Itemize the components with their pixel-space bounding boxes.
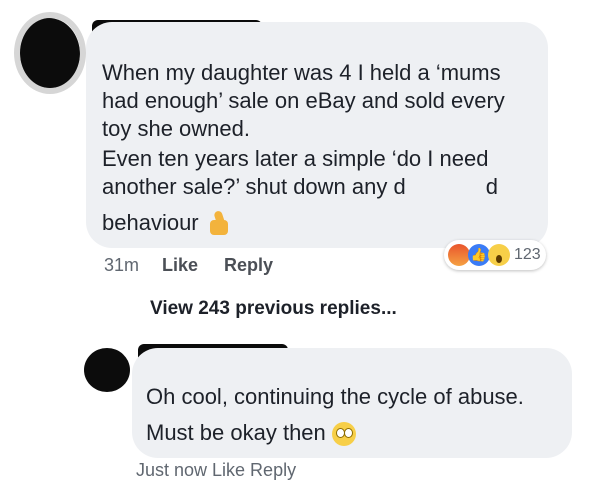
rolling-eyes-icon — [331, 422, 356, 447]
comment-timestamp[interactable]: 31m — [104, 254, 139, 276]
view-previous-replies-link[interactable]: View 243 previous replies... — [150, 298, 397, 320]
comment-text-line: toy she owned. — [102, 116, 250, 141]
reply-actions-cutoff: Just now Like Reply — [136, 460, 297, 480]
redacted-word — [405, 176, 486, 201]
reply-text-segment: Must be okay then — [146, 420, 326, 445]
wow-icon — [488, 244, 510, 266]
like-icon: 👍 — [468, 244, 490, 266]
angry-icon — [448, 244, 470, 266]
thumbs-up-icon — [205, 210, 233, 238]
reply-button[interactable]: Reply — [224, 254, 273, 276]
comment-text-line: had enough’ sale on eBay and sold every — [102, 88, 505, 113]
reaction-count: 123 — [514, 246, 541, 263]
reply-text-line: Oh cool, continuing the cycle of abuse. — [146, 384, 524, 409]
reply-bubble: Oh cool, continuing the cycle of abuse. … — [132, 348, 572, 458]
reply-text-line: Must be okay then — [146, 420, 356, 447]
like-button[interactable]: Like — [162, 254, 198, 276]
reactions-summary[interactable]: 👍 123 — [444, 240, 546, 270]
commenter-avatar[interactable] — [84, 348, 130, 392]
commenter-avatar[interactable] — [14, 12, 86, 94]
comment-text-line: behaviour — [102, 210, 233, 238]
comment-text-line: Even ten years later a simple ‘do I need — [102, 146, 489, 171]
comment-text-segment: another sale?’ shut down any d — [102, 174, 406, 199]
comment-text-segment: d — [485, 174, 498, 199]
comment-text-segment: behaviour — [102, 210, 199, 235]
comment-text-line: When my daughter was 4 I held a ‘mums — [102, 60, 501, 85]
comment-bubble: When my daughter was 4 I held a ‘mums ha… — [86, 22, 548, 248]
comment-text-line: another sale?’ shut down any d d — [102, 174, 498, 201]
